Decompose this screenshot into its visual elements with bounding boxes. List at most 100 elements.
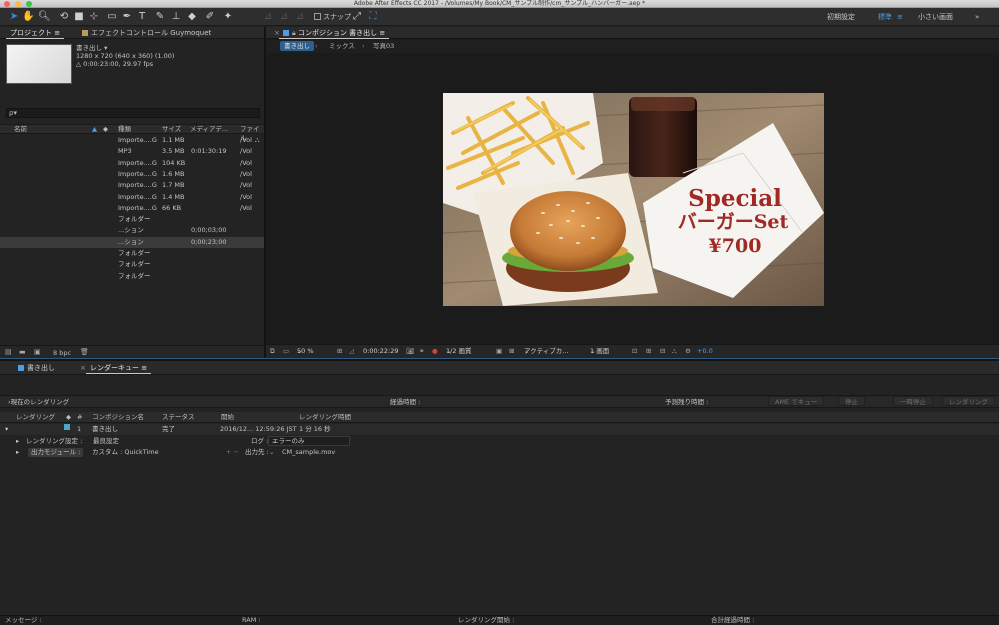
queue-in-ame-button[interactable]: AME でキュー: [768, 396, 825, 406]
draft-3d-icon[interactable]: ⊞: [646, 345, 651, 358]
camera-tool-icon[interactable]: ■: [73, 11, 85, 23]
pause-button[interactable]: 一時停止: [893, 396, 933, 406]
project-search-input[interactable]: ρ▾: [6, 108, 260, 118]
stop-button[interactable]: 停止: [838, 396, 865, 406]
resolution-select[interactable]: 1/2 画質 ⌄: [446, 345, 472, 358]
zoom-tool-icon[interactable]: 🔍︎: [38, 11, 51, 23]
hand-tool-icon[interactable]: ✋: [22, 11, 34, 23]
label-col-icon[interactable]: ◆: [66, 412, 71, 422]
workspace-menu-icon[interactable]: ≡: [897, 12, 903, 22]
selected-item-name[interactable]: 書き出し ▾: [76, 44, 174, 52]
world-axis-icon[interactable]: ⊿: [278, 11, 290, 23]
project-item-row[interactable]: ▸ 平面フォルダー: [0, 271, 264, 282]
project-item-row[interactable]: d8869ef....53b09_m.jpgImporte....G1.4 MB…: [0, 192, 264, 203]
channel-icon[interactable]: ●: [432, 345, 438, 358]
output-module-label[interactable]: 出力モジュール :: [28, 448, 84, 457]
tab-export-timeline[interactable]: 書き出し: [14, 362, 59, 374]
mask-visibility-icon[interactable]: ◿: [349, 345, 354, 358]
pan-behind-tool-icon[interactable]: ⊹: [88, 11, 100, 23]
project-item-row[interactable]: 11038006421.jpgImporte....G104 KB/Vol: [0, 158, 264, 169]
bit-depth-button[interactable]: 8 bpc: [53, 349, 71, 357]
transparency-grid-icon[interactable]: ⊠: [509, 345, 514, 358]
col-render-time[interactable]: レンダリング時間: [299, 412, 351, 422]
snap-edges-icon[interactable]: ⛶: [367, 11, 379, 23]
tab-render-queue[interactable]: レンダーキュー ≡: [86, 362, 152, 374]
workspace-standard[interactable]: 標準: [878, 12, 892, 22]
add-output-icon[interactable]: + −: [226, 447, 239, 458]
text-tool-icon[interactable]: T: [136, 11, 148, 23]
local-axis-icon[interactable]: ⊿: [262, 11, 274, 23]
col-media-duration[interactable]: メディアデ...: [190, 125, 228, 134]
interpret-footage-icon[interactable]: ▤: [5, 348, 12, 356]
tab-project[interactable]: プロジェクト ≡: [6, 27, 65, 39]
view-axis-icon[interactable]: ⊿: [294, 11, 306, 23]
breadcrumb-mix[interactable]: ミックス: [329, 40, 355, 53]
output-menu-icon[interactable]: ⌄: [269, 447, 274, 458]
current-render-label[interactable]: › 現在のレンダリング: [8, 396, 69, 408]
render-item-row[interactable]: ▾ 1 書き出し 完了 2016/12... 12:59:26 JST 1 分 …: [0, 424, 999, 435]
monitor-icon[interactable]: ▭: [283, 345, 289, 358]
col-status[interactable]: ステータス: [162, 412, 195, 422]
rectangle-tool-icon[interactable]: ▭: [106, 11, 118, 23]
expand-settings-icon[interactable]: ▸: [16, 436, 19, 447]
tab-composition[interactable]: 🔒︎ コンポジション 書き出し ≡: [279, 27, 390, 39]
project-item-row[interactable]: 書き出し...ション0;00;23;00: [0, 236, 264, 248]
col-comp-name[interactable]: コンポジション名: [92, 412, 144, 422]
sort-asc-icon[interactable]: ▲: [92, 125, 97, 134]
pen-tool-icon[interactable]: ✒: [121, 11, 133, 23]
trash-icon[interactable]: 🗑︎: [80, 348, 89, 356]
zoom-select[interactable]: 50 % ⌄: [297, 345, 314, 358]
safe-zones-icon[interactable]: ⊞: [337, 345, 342, 358]
eraser-tool-icon[interactable]: ◆: [186, 11, 198, 23]
new-folder-icon[interactable]: ▬: [19, 348, 26, 356]
fast-preview-icon[interactable]: ⚙: [685, 345, 691, 358]
always-preview-icon[interactable]: ⧉: [270, 345, 275, 358]
expand-output-icon[interactable]: ▸: [16, 447, 19, 458]
flowchart-icon[interactable]: ⛬: [672, 345, 677, 358]
project-item-row[interactable]: c5bd60a...469f0_m.jpgImporte....G1.6 MB/…: [0, 169, 264, 180]
workspace-overflow-icon[interactable]: »: [975, 12, 979, 22]
views-select[interactable]: 1 画面 ⌄: [590, 345, 609, 358]
breadcrumb-photo03[interactable]: 写真03: [373, 40, 394, 53]
project-item-row[interactable]: Guymoquet...ション0;00;03;00: [0, 225, 264, 236]
col-render[interactable]: レンダリング: [16, 412, 55, 422]
col-type[interactable]: 種類: [118, 125, 131, 134]
output-file[interactable]: CM_sample.mov: [282, 447, 335, 458]
composition-frame[interactable]: Special バーガーSet ¥700: [443, 93, 824, 306]
breadcrumb-export[interactable]: 書き出し: [280, 41, 314, 51]
col-name[interactable]: 名前: [14, 125, 27, 134]
render-settings-value[interactable]: 最良設定: [93, 436, 119, 447]
toggle-pixel-icon[interactable]: ⊡: [632, 345, 637, 358]
snap-checkbox[interactable]: [314, 13, 321, 20]
snapshot-icon[interactable]: 📷︎: [406, 345, 414, 358]
exposure-value[interactable]: +0.0: [697, 345, 713, 358]
col-start[interactable]: 開始: [221, 412, 234, 422]
region-of-interest-icon[interactable]: ▣: [496, 345, 502, 358]
output-module-value[interactable]: カスタム : QuickTime: [92, 447, 159, 458]
timeline-icon[interactable]: ⊟: [660, 345, 665, 358]
snap-toggle[interactable]: スナップ: [314, 12, 351, 22]
snap-option-icon[interactable]: ⤢: [351, 11, 363, 23]
rotate-tool-icon[interactable]: ⟲: [58, 11, 70, 23]
project-item-row[interactable]: ▾ コンポジションフォルダー: [0, 214, 264, 225]
expand-item-icon[interactable]: ▾: [5, 424, 8, 435]
camera-select[interactable]: アクティブカ... ⌄: [524, 345, 568, 358]
selection-tool-icon[interactable]: ➤: [8, 11, 20, 23]
col-number[interactable]: #: [77, 412, 82, 422]
project-item-row[interactable]: 16ced8c...85102_m.jpgImporte....G1.1 MB/…: [0, 135, 264, 146]
flowchart-icon[interactable]: ⛬: [255, 135, 260, 146]
show-snapshot-icon[interactable]: ⚭: [419, 345, 424, 358]
clone-stamp-tool-icon[interactable]: ⊥: [170, 11, 182, 23]
project-item-row[interactable]: ▸ 素材フォルダー: [0, 248, 264, 259]
current-timecode[interactable]: 0:00:22:29: [363, 345, 399, 358]
puppet-pin-tool-icon[interactable]: ✦: [222, 11, 234, 23]
roto-brush-tool-icon[interactable]: ✐: [204, 11, 216, 23]
label-col-icon[interactable]: ◆: [103, 125, 108, 134]
new-composition-icon[interactable]: ▣: [34, 348, 41, 356]
project-item-row[interactable]: d8334c1...53320_m.jpgImporte....G1.7 MB/…: [0, 180, 264, 191]
brush-tool-icon[interactable]: ✎: [154, 11, 166, 23]
col-size[interactable]: サイズ: [162, 125, 181, 134]
project-item-row[interactable]: E3838FE...A7E5808F.jpgImporte....G66 KB/…: [0, 203, 264, 214]
render-button[interactable]: レンダリング: [942, 396, 995, 406]
project-item-row[interactable]: 2203.mp3MP33.5 MB0:01:30:19/Vol: [0, 146, 264, 157]
